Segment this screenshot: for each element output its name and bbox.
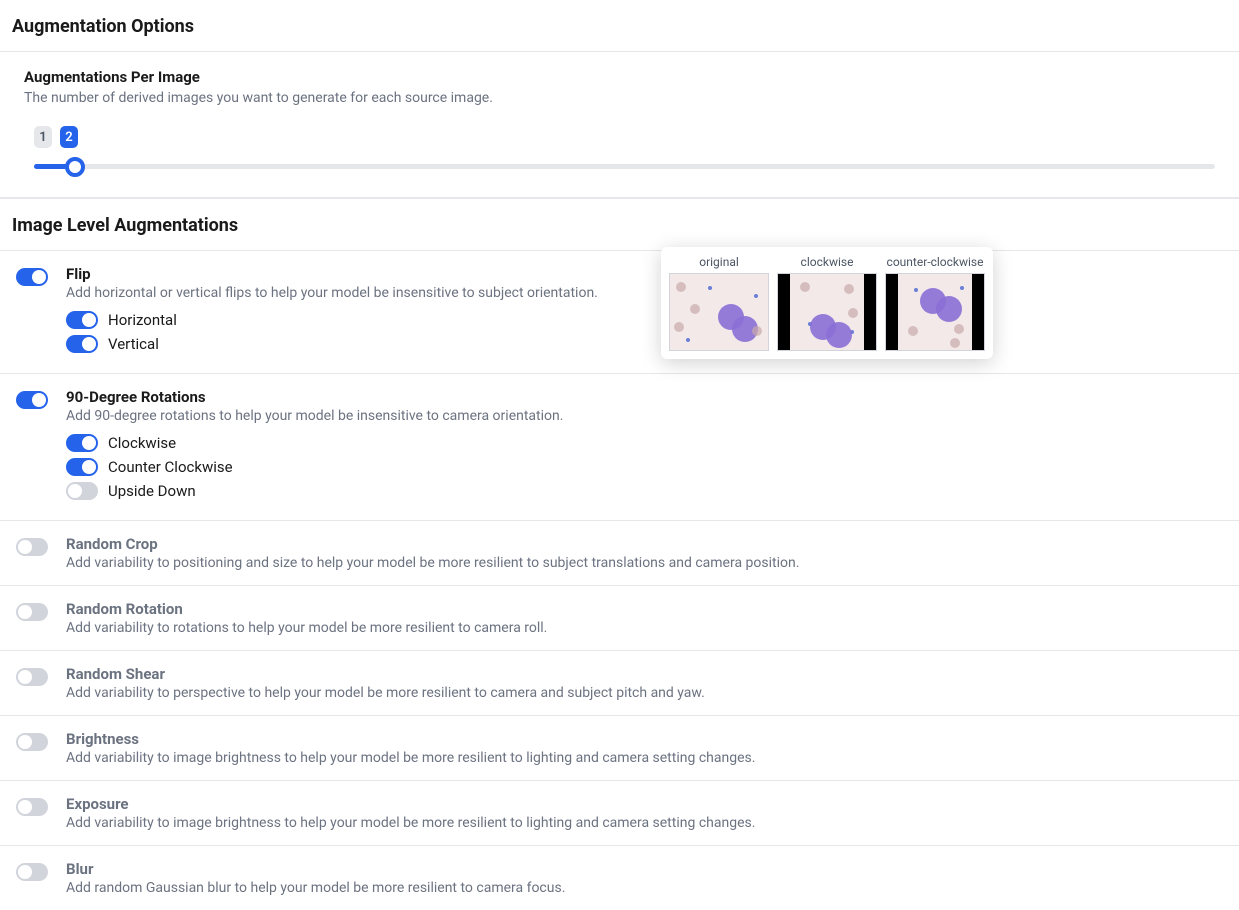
toggle-flip-horizontal[interactable] <box>66 311 98 329</box>
toggle-shear[interactable] <box>16 668 48 686</box>
rotation-preview-popup: original clockwise <box>661 247 993 359</box>
preview-label-original: original <box>699 255 739 269</box>
preview-label-counter-clockwise: counter-clockwise <box>887 255 984 269</box>
toggle-flip-vertical[interactable] <box>66 335 98 353</box>
aug-title-shear: Random Shear <box>66 665 1227 683</box>
aug-per-image-slider[interactable] <box>34 156 1215 177</box>
aug-row-exposure: Exposure Add variability to image bright… <box>0 781 1239 846</box>
aug-desc-crop: Add variability to positioning and size … <box>66 555 1227 571</box>
toggle-rot90[interactable] <box>16 391 48 409</box>
toggle-flip[interactable] <box>16 268 48 286</box>
section-header-image-level: Image Level Augmentations <box>0 198 1239 251</box>
toggle-crop[interactable] <box>16 538 48 556</box>
aug-per-image-title: Augmentations Per Image <box>24 68 1215 86</box>
aug-row-shear: Random Shear Add variability to perspect… <box>0 651 1239 716</box>
slider-track <box>34 164 1215 169</box>
aug-desc-shear: Add variability to perspective to help y… <box>66 685 1227 701</box>
preview-img-counter-clockwise <box>885 273 985 351</box>
aug-row-flip: Flip Add horizontal or vertical flips to… <box>0 251 1239 374</box>
aug-row-brightness: Brightness Add variability to image brig… <box>0 716 1239 781</box>
preview-img-clockwise <box>777 273 877 351</box>
aug-desc-blur: Add random Gaussian blur to help your mo… <box>66 880 1227 896</box>
aug-title-blur: Blur <box>66 860 1227 878</box>
label-flip-horizontal: Horizontal <box>108 311 177 329</box>
augmentations-per-image-block: Augmentations Per Image The number of de… <box>0 52 1239 198</box>
aug-title-crop: Random Crop <box>66 535 1227 553</box>
label-rot90-counter-clockwise: Counter Clockwise <box>108 458 233 476</box>
aug-row-rrot: Random Rotation Add variability to rotat… <box>0 586 1239 651</box>
aug-row-rot90: 90-Degree Rotations Add 90-degree rotati… <box>0 374 1239 521</box>
aug-row-blur: Blur Add random Gaussian blur to help yo… <box>0 846 1239 910</box>
section-header-aug-options: Augmentation Options <box>0 0 1239 52</box>
toggle-rot90-counter-clockwise[interactable] <box>66 458 98 476</box>
preview-img-original <box>669 273 769 351</box>
toggle-rot90-clockwise[interactable] <box>66 434 98 452</box>
chip-2[interactable]: 2 <box>60 126 78 148</box>
aug-desc-rrot: Add variability to rotations to help you… <box>66 620 1227 636</box>
label-rot90-clockwise: Clockwise <box>108 434 176 452</box>
label-flip-vertical: Vertical <box>108 335 159 353</box>
aug-row-crop: Random Crop Add variability to positioni… <box>0 521 1239 586</box>
toggle-exposure[interactable] <box>16 798 48 816</box>
aug-title-rot90: 90-Degree Rotations <box>66 388 1227 406</box>
aug-per-image-chips: 1 2 <box>34 126 1215 148</box>
aug-title-rrot: Random Rotation <box>66 600 1227 618</box>
aug-desc-exposure: Add variability to image brightness to h… <box>66 815 1227 831</box>
aug-desc-rot90: Add 90-degree rotations to help your mod… <box>66 408 1227 424</box>
preview-label-clockwise: clockwise <box>801 255 854 269</box>
toggle-blur[interactable] <box>16 863 48 881</box>
chip-1[interactable]: 1 <box>34 126 52 148</box>
aug-desc-flip: Add horizontal or vertical flips to help… <box>66 285 1227 301</box>
toggle-rrot[interactable] <box>16 603 48 621</box>
label-rot90-upside-down: Upside Down <box>108 482 196 500</box>
aug-title-exposure: Exposure <box>66 795 1227 813</box>
slider-thumb[interactable] <box>65 157 85 177</box>
aug-desc-brightness: Add variability to image brightness to h… <box>66 750 1227 766</box>
aug-title-brightness: Brightness <box>66 730 1227 748</box>
toggle-brightness[interactable] <box>16 733 48 751</box>
toggle-rot90-upside-down[interactable] <box>66 482 98 500</box>
aug-title-flip: Flip <box>66 265 1227 283</box>
aug-per-image-desc: The number of derived images you want to… <box>24 90 1215 106</box>
